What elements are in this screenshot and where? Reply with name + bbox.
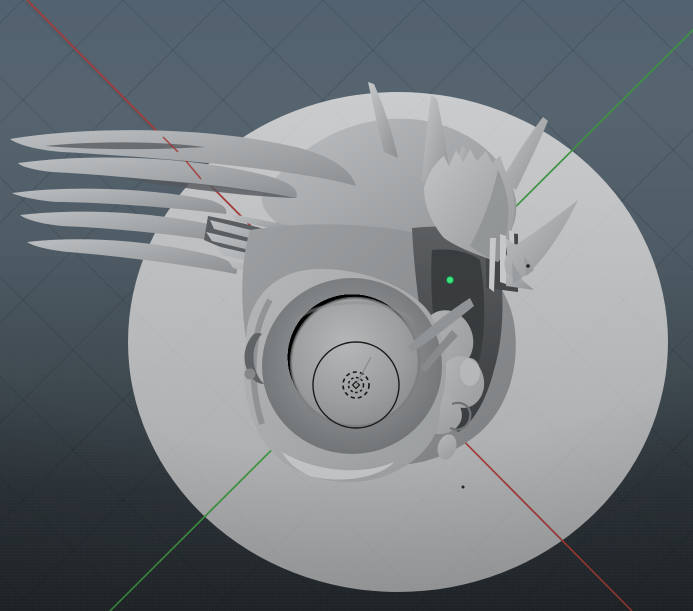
viewport-canvas[interactable] — [0, 0, 693, 611]
speck — [526, 264, 530, 268]
speck — [462, 486, 465, 489]
sculpt-viewport[interactable] — [0, 0, 693, 611]
pivot-point-dot — [446, 276, 453, 283]
cheek-highlight — [460, 358, 480, 386]
left-blob — [245, 369, 256, 380]
